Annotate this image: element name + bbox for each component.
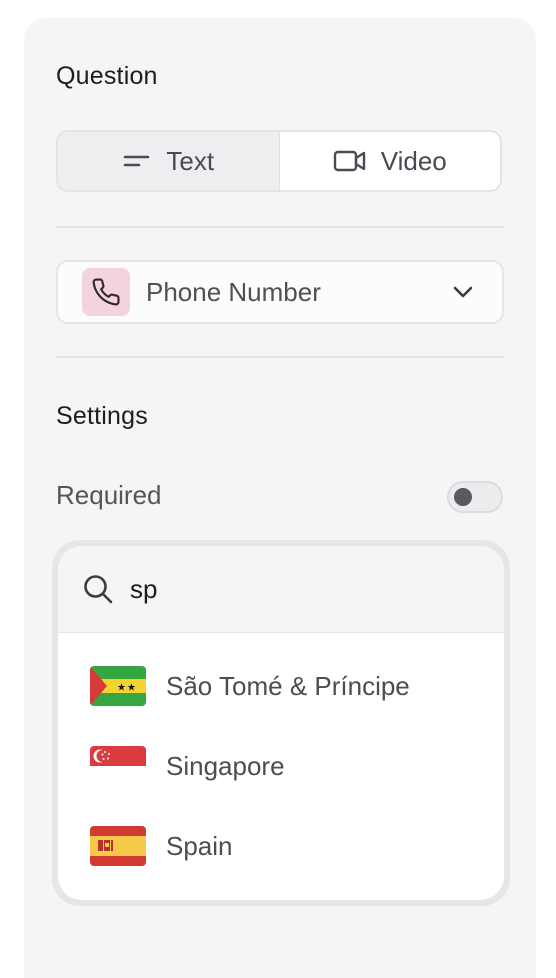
required-toggle[interactable] [447, 481, 503, 513]
question-heading: Question [56, 62, 158, 90]
flag-sao-tome-and-principe: ★ ★ [90, 666, 146, 706]
toggle-knob [454, 488, 472, 506]
divider [56, 356, 504, 358]
country-search-bar [58, 546, 504, 633]
phone-icon-badge [82, 268, 130, 316]
search-icon [82, 573, 114, 605]
settings-heading: Settings [56, 402, 148, 430]
required-label: Required [56, 480, 162, 510]
country-option-label: Spain [166, 830, 233, 861]
text-lines-icon [122, 151, 152, 171]
svg-text:★: ★ [127, 683, 136, 694]
country-search-input[interactable] [130, 573, 430, 605]
tab-text-label: Text [166, 145, 215, 176]
tab-video[interactable]: Video [280, 132, 501, 190]
divider [56, 226, 504, 228]
field-type-select[interactable]: Phone Number [56, 260, 504, 324]
country-option-spain[interactable]: Spain [58, 816, 504, 876]
country-dropdown: ★ ★ São Tomé & Príncipe Singapore [58, 546, 504, 900]
tab-text[interactable]: Text [58, 132, 280, 190]
country-option-label: São Tomé & Príncipe [166, 670, 410, 701]
field-type-label: Phone Number [146, 276, 321, 307]
phone-icon [91, 277, 121, 307]
flag-singapore [90, 746, 146, 786]
country-option-singapore[interactable]: Singapore [58, 736, 504, 796]
tab-video-label: Video [380, 145, 447, 176]
flag-spain [90, 826, 146, 866]
country-option-sao-tome[interactable]: ★ ★ São Tomé & Príncipe [58, 656, 504, 716]
svg-text:★: ★ [117, 683, 126, 694]
chevron-down-icon [452, 285, 474, 299]
country-option-label: Singapore [166, 750, 285, 781]
question-type-toggle: Text Video [56, 130, 502, 192]
video-camera-icon [333, 148, 367, 174]
